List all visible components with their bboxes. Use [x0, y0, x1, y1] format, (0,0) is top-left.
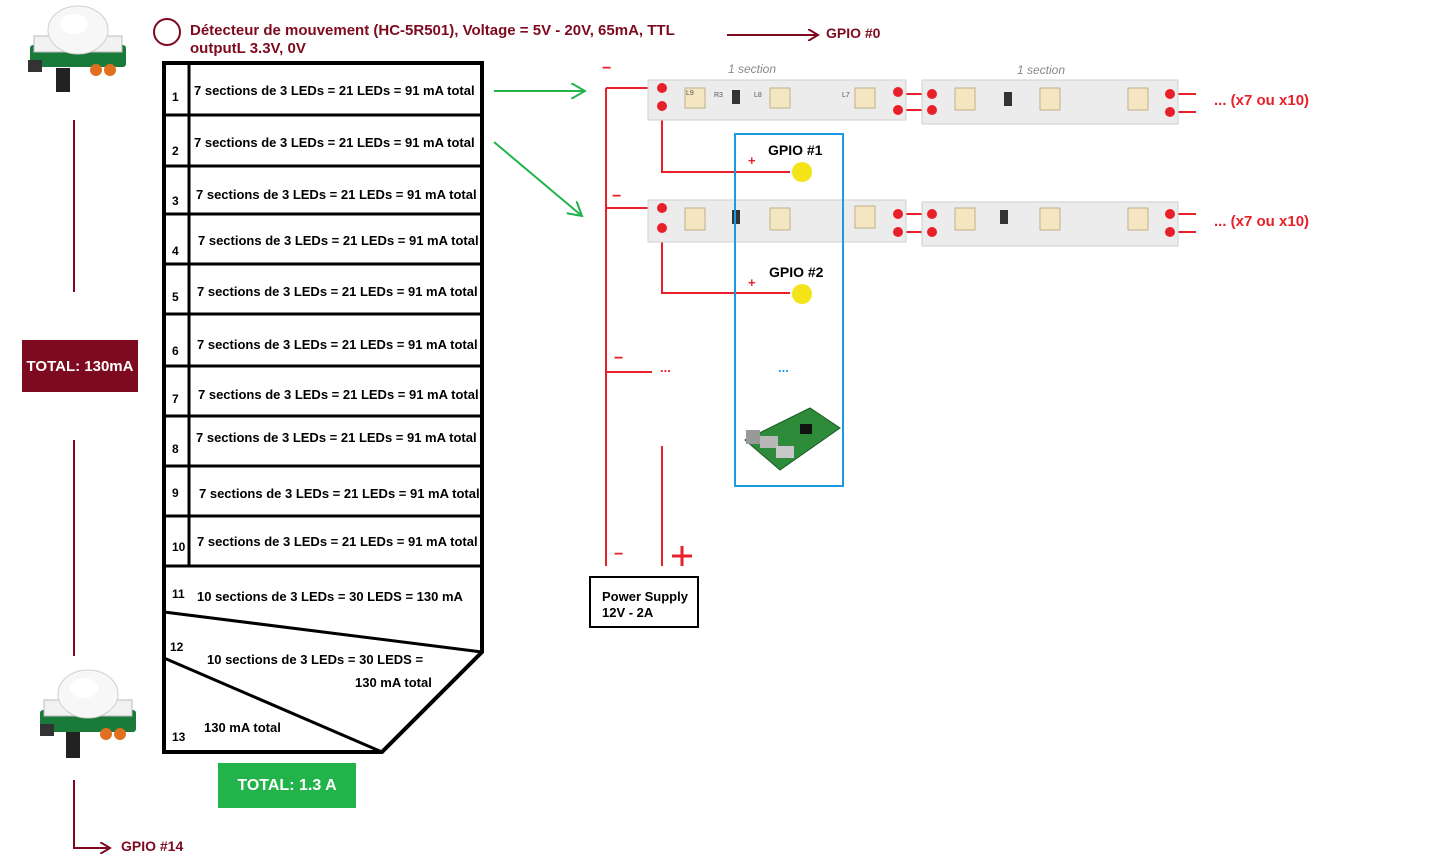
gpio1-dot[interactable]: [792, 162, 812, 182]
stair-label: 7 sections de 3 LEDs = 21 LEDs = 91 mA t…: [197, 534, 478, 549]
stair-label: 10 sections de 3 LEDs = 30 LEDS = 130 mA: [197, 589, 463, 604]
stair-label: 7 sections de 3 LEDs = 21 LEDs = 91 mA t…: [196, 187, 477, 202]
led-tag: R3: [714, 92, 723, 99]
stair-label: 7 sections de 3 LEDs = 21 LEDs = 91 mA t…: [199, 486, 480, 501]
stair-number: 10: [172, 540, 186, 554]
stair-number: 6: [172, 344, 179, 358]
stair-number: 5: [172, 290, 179, 304]
stair-label: 130 mA total: [204, 720, 281, 735]
minus-sign: −: [612, 188, 622, 205]
gpio2-dot[interactable]: [792, 284, 812, 304]
gpio0-label: GPIO #0: [826, 25, 881, 41]
gpio-ellipsis: ...: [778, 360, 789, 375]
led-tag: L8: [754, 92, 762, 99]
stair-number: 9: [172, 486, 179, 500]
sensor-title-line2: outputL 3.3V, 0V: [190, 40, 306, 57]
led-strip-row1-b: [921, 79, 1179, 125]
stair-label: 130 mA total: [355, 675, 432, 690]
plus-sign: +: [748, 275, 756, 290]
led-tag: L7: [842, 92, 850, 99]
stair-number: 4: [172, 244, 179, 258]
led-tag: L9: [686, 90, 694, 97]
pir-sensor-bottom-icon: [40, 669, 136, 758]
minus-sign: −: [602, 60, 612, 77]
power-supply-label: Power Supply: [602, 589, 688, 604]
led-strip-row1-a: [647, 79, 907, 121]
sensor-circle-icon: [153, 18, 181, 46]
diagram-canvas: Détecteur de mouvement (HC-5R501), Volta…: [0, 0, 1445, 862]
stair-label: 7 sections de 3 LEDs = 21 LEDs = 91 mA t…: [198, 233, 479, 248]
stair-label: 7 sections de 3 LEDs = 21 LEDs = 91 mA t…: [196, 430, 477, 445]
power-minus-sign: −: [614, 546, 624, 563]
stair-number: 7: [172, 392, 179, 406]
stair-number: 11: [172, 587, 185, 601]
plus-sign: +: [748, 153, 756, 168]
stair-label: 7 sections de 3 LEDs = 21 LEDs = 91 mA t…: [197, 284, 478, 299]
sensor-title-line1: Détecteur de mouvement (HC-5R501), Volta…: [190, 22, 675, 39]
led-strip-row2-a: [647, 199, 907, 243]
stairs-outline: [162, 61, 484, 754]
stair-number: 12: [170, 640, 184, 654]
stair-label: 7 sections de 3 LEDs = 21 LEDs = 91 mA t…: [194, 135, 475, 150]
wiring-ellipsis: ...: [660, 360, 671, 375]
led-strip-row2-b: [921, 201, 1179, 247]
stair-number: 13: [172, 730, 186, 744]
power-wiring: [605, 87, 1196, 566]
strip-repeat-label: ... (x7 ou x10): [1214, 92, 1310, 109]
gpio2-label: GPIO #2: [769, 264, 824, 280]
stair-number: 1: [172, 90, 179, 104]
strip-repeat-label: ... (x7 ou x10): [1214, 213, 1310, 230]
stair-label: 10 sections de 3 LEDs = 30 LEDS =: [207, 652, 424, 667]
stair-number: 2: [172, 144, 179, 158]
pir-sensor-top-icon: [28, 5, 126, 92]
sensor-total-badge: TOTAL: 130mA: [22, 340, 138, 392]
gpio1-label: GPIO #1: [768, 142, 823, 158]
power-supply-spec: 12V - 2A: [602, 605, 654, 620]
stairs-total-badge: TOTAL: 1.3 A: [218, 763, 356, 808]
sensor-total-text: TOTAL: 130mA: [26, 357, 134, 375]
stair-label: 7 sections de 3 LEDs = 21 LEDs = 91 mA t…: [197, 337, 478, 352]
minus-sign: −: [614, 350, 624, 367]
gpio14-arrow: [73, 780, 110, 848]
stairs-total-text: TOTAL: 1.3 A: [237, 776, 337, 794]
gpio14-label: GPIO #14: [121, 838, 184, 854]
stair-label: 7 sections de 3 LEDs = 21 LEDs = 91 mA t…: [194, 83, 475, 98]
stair-number: 3: [172, 194, 179, 208]
stair-number: 8: [172, 442, 179, 456]
section-label: 1 section: [728, 62, 777, 76]
section-label: 1 section: [1017, 63, 1066, 77]
raspberry-pi-icon: [744, 407, 841, 471]
stair-label: 7 sections de 3 LEDs = 21 LEDs = 91 mA t…: [198, 387, 479, 402]
stair2-arrow: [493, 141, 582, 216]
